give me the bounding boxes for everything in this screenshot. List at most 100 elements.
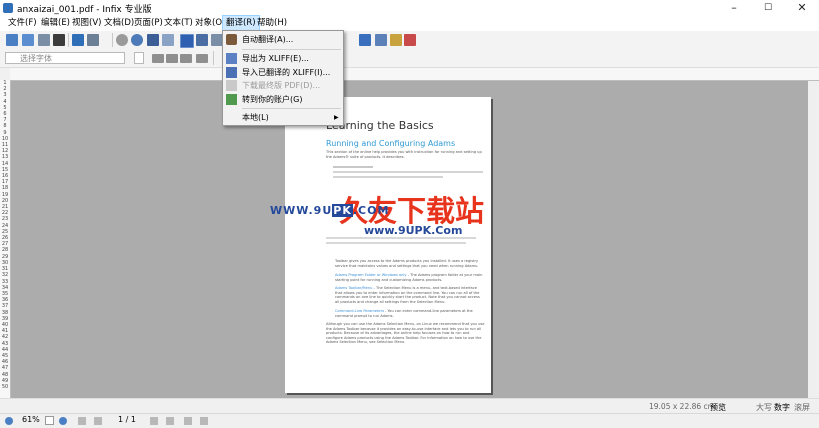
toolbar-separator: [112, 33, 113, 47]
download-pdf-icon: [226, 80, 237, 91]
doc-bullet-link[interactable]: Adams Program Folder or Windows only: [335, 273, 407, 277]
scroll-indicator: 滚屏: [794, 403, 810, 412]
faded-text-line: [326, 242, 466, 244]
menu-edit[interactable]: 编辑(E): [38, 16, 73, 31]
menu-item-go-to-account[interactable]: 转到你的账户(G): [223, 93, 343, 106]
window-title: anxaizai_001.pdf - Infix 专业版: [17, 5, 152, 15]
menu-text[interactable]: 文本(T): [161, 16, 196, 31]
translate-menu: 自动翻译(A)... 导出为 XLIFF(E)... 导入已翻译的 XLIFF(…: [222, 30, 344, 126]
submenu-arrow-icon: ▶: [334, 114, 339, 121]
doc-subheading: Running and Configuring Adams: [326, 139, 456, 148]
menu-item-label: 导出为 XLIFF(E)...: [242, 54, 309, 63]
menu-help[interactable]: 帮助(H): [254, 16, 290, 31]
align-left-icon[interactable]: [152, 54, 164, 63]
num-indicator: 数字: [774, 403, 790, 412]
auto-translate-icon: [226, 34, 237, 45]
zoom-out-icon[interactable]: [5, 417, 13, 425]
last-page-icon[interactable]: [166, 417, 174, 425]
doc-bullet: Command-Line Parameters - You can enter …: [335, 309, 485, 318]
attach-icon[interactable]: [390, 34, 402, 46]
pdf-page[interactable]: Learning the Basics Running and Configur…: [285, 97, 491, 393]
next-page-icon[interactable]: [150, 417, 158, 425]
page-icon[interactable]: [72, 34, 84, 46]
justify-icon[interactable]: [196, 54, 208, 63]
doc-bullet-link[interactable]: Adams Toolbar/Menu: [335, 286, 372, 290]
back-icon[interactable]: [184, 417, 192, 425]
save-as-icon[interactable]: [38, 34, 50, 46]
menu-item-import-xliff[interactable]: 导入已翻译的 XLIFF(I)...: [223, 66, 343, 79]
stamp-icon[interactable]: [359, 34, 371, 46]
first-page-icon[interactable]: [78, 417, 86, 425]
page-view-icon[interactable]: [87, 34, 99, 46]
select-arrow-icon[interactable]: [147, 34, 159, 46]
align-right-icon[interactable]: [180, 54, 192, 63]
doc-intro: This section of the online help provides…: [326, 150, 482, 159]
menu-item-label: 导入已翻译的 XLIFF(I)...: [242, 68, 331, 77]
minimize-button[interactable]: –: [717, 0, 751, 16]
format-toolbar: 选择字体: [0, 49, 819, 68]
title-bar: anxaizai_001.pdf - Infix 专业版 – ☐ ✕: [0, 0, 819, 16]
forward-icon[interactable]: [200, 417, 208, 425]
horizontal-ruler: [10, 68, 819, 81]
zoom-level[interactable]: 61%: [22, 415, 40, 424]
toolbar-separator: [68, 33, 69, 47]
main-toolbar: [0, 31, 819, 50]
menu-item-export-xliff[interactable]: 导出为 XLIFF(E)...: [223, 52, 343, 65]
watermark-url: WWW.9UPK.COM: [270, 204, 389, 217]
app-icon: [3, 3, 13, 13]
zoom-in-icon[interactable]: [59, 417, 67, 425]
prev-page-icon[interactable]: [94, 417, 102, 425]
import-xliff-icon: [226, 67, 237, 78]
menu-item-label: 自动翻译(A)...: [242, 35, 294, 44]
save-icon[interactable]: [22, 34, 34, 46]
menu-item-label: 转到你的账户(G): [242, 95, 303, 104]
text-tool-icon[interactable]: [180, 34, 194, 48]
doc-bullet: Adams Toolbar/Menu - The Selection Menu …: [335, 286, 485, 304]
menu-view[interactable]: 视图(V): [69, 16, 104, 31]
doc-bullet-link[interactable]: Command-Line Parameters: [335, 309, 384, 313]
menu-file[interactable]: 文件(F): [5, 16, 40, 31]
faded-text-line: [333, 176, 443, 178]
status-bar: 61% 1 / 1: [0, 413, 819, 428]
text-column-icon[interactable]: [196, 34, 208, 46]
pdf-icon[interactable]: [404, 34, 416, 46]
hand-icon[interactable]: [116, 34, 128, 46]
menu-separator: [242, 49, 341, 50]
menu-item-auto-translate[interactable]: 自动翻译(A)...: [223, 33, 343, 46]
menu-separator: [242, 108, 341, 109]
undo-icon[interactable]: [162, 34, 174, 46]
doc-bullet: Adams Program Folder or Windows only - T…: [335, 273, 485, 282]
ruler-mark: 50: [1, 383, 9, 390]
doc-toolbar-paragraph: Toolbar gives you access to the Adams pr…: [335, 259, 479, 268]
zoom-dropdown-icon[interactable]: [45, 416, 54, 425]
home-account-icon: [226, 94, 237, 105]
doc-closing-paragraph: Although you can use the Adams Selection…: [326, 322, 485, 345]
mode-indicator: 预览: [710, 403, 726, 412]
faded-text-line: [333, 171, 483, 173]
maximize-button[interactable]: ☐: [751, 0, 785, 16]
menu-item-local[interactable]: 本地(L) ▶: [223, 111, 343, 124]
font-size-select[interactable]: [134, 52, 144, 64]
faded-text-line: [333, 166, 373, 168]
print-icon[interactable]: [53, 34, 65, 46]
close-button[interactable]: ✕: [785, 0, 819, 16]
vertical-scrollbar[interactable]: [808, 81, 819, 398]
page-indicator[interactable]: 1 / 1: [118, 415, 136, 424]
open-icon[interactable]: [6, 34, 18, 46]
align-center-icon[interactable]: [166, 54, 178, 63]
font-select[interactable]: 选择字体: [5, 52, 125, 64]
caps-indicator: 大写: [756, 403, 772, 412]
vertical-ruler: 1 2 3 4 5 6 7 8 9 10 11 12 13 14 15 16 17 18 19 20 21 22 23 24 2…: [0, 80, 11, 398]
watermark-subtitle: www.9UPK.Com: [364, 224, 463, 237]
menu-bar: 文件(F) 编辑(E) 视图(V) 文档(D) 页面(P) 文本(T) 对象(O…: [0, 15, 819, 32]
menu-item-label: 下载最终版 PDF(D)...: [242, 81, 321, 90]
page-dimensions: 19.05 x 22.86 cm: [649, 402, 715, 411]
zoom-icon[interactable]: [131, 34, 143, 46]
watermark-url-badge: PK: [332, 204, 353, 217]
watermark-url-left: WWW.9U: [270, 204, 333, 217]
menu-item-label: 本地(L): [242, 113, 269, 122]
watermark-url-right: .COM: [352, 204, 390, 217]
toolbar-separator: [213, 51, 214, 65]
link-icon[interactable]: [375, 34, 387, 46]
menu-item-download-pdf: 下载最终版 PDF(D)...: [223, 79, 343, 92]
